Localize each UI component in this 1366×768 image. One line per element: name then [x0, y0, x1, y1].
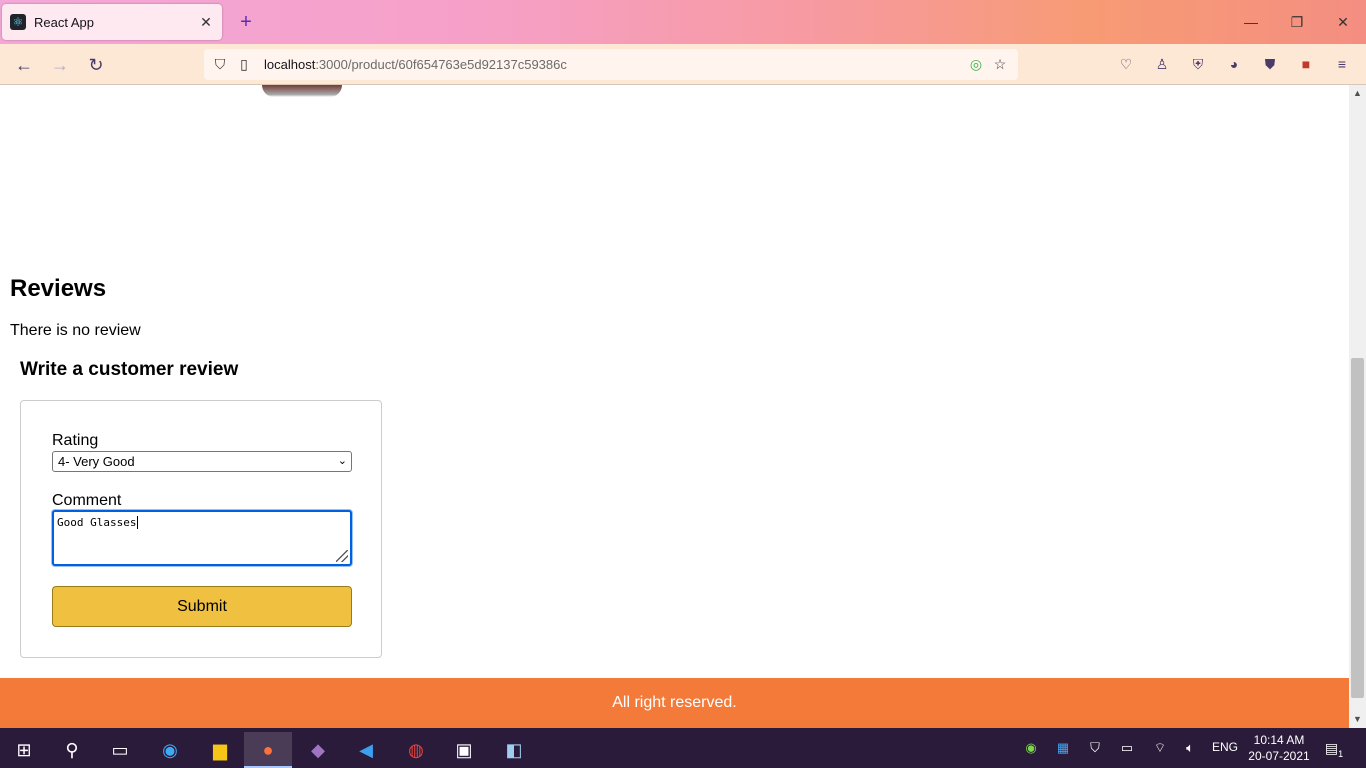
vertical-scrollbar[interactable]: ▲ ▼	[1349, 85, 1366, 728]
no-review-message: There is no review	[10, 322, 141, 339]
extension-target-icon[interactable]: ◎	[964, 56, 988, 73]
rating-label: Rating	[52, 432, 99, 449]
close-window-button[interactable]: ✕	[1320, 8, 1366, 36]
globe-extension-icon[interactable]: ◕	[1222, 52, 1246, 76]
product-image-fragment	[262, 85, 342, 97]
page-viewport: Reviews There is no review Write a custo…	[0, 85, 1349, 728]
browser-nav-bar: ← → ↻ ⛉ ▯ localhost:3000/product/60f6547…	[0, 44, 1366, 85]
menu-icon[interactable]: ≡	[1330, 52, 1354, 76]
search-icon[interactable]: ⚲	[48, 732, 96, 768]
notification-count: 1	[1338, 748, 1344, 759]
firefox-icon[interactable]: ●	[244, 732, 292, 768]
terminal-icon[interactable]: ▣	[440, 732, 488, 768]
reload-icon[interactable]: ↻	[82, 52, 110, 78]
url-path: :3000/product/60f654763e5d92137c59386c	[315, 57, 567, 72]
scroll-up-icon[interactable]: ▲	[1349, 85, 1366, 102]
green-circle-tray-icon[interactable]: ◉	[1019, 736, 1043, 760]
task-view-icon[interactable]: ▭	[96, 732, 144, 768]
new-tab-button[interactable]: +	[234, 10, 258, 34]
privacy-shield-icon[interactable]: ⛨	[1186, 52, 1210, 76]
restore-button[interactable]: ❐	[1274, 8, 1320, 36]
volume-icon[interactable]: 🔈︎	[1178, 736, 1202, 760]
browser-tab-bar: ⚛ React App ✕ + — ❐ ✕	[0, 0, 1366, 44]
review-form: Rating 4- Very Good ⌄ Comment Good Glass…	[20, 400, 382, 658]
pocket-icon[interactable]: ♡	[1114, 52, 1138, 76]
close-tab-icon[interactable]: ✕	[198, 14, 214, 31]
language-indicator[interactable]: ENG	[1212, 740, 1238, 754]
browser-tab[interactable]: ⚛ React App ✕	[2, 4, 222, 40]
battery-icon[interactable]: ▭	[1115, 736, 1139, 760]
clock-time: 10:14 AM	[1253, 733, 1305, 747]
chrome-icon[interactable]: ◍	[392, 732, 440, 768]
text-cursor	[137, 516, 139, 529]
rating-select[interactable]: 4- Very Good ⌄	[52, 451, 352, 472]
reviews-heading: Reviews	[10, 275, 107, 302]
resize-handle-icon[interactable]	[336, 550, 348, 562]
chevron-down-icon: ⌄	[337, 455, 347, 467]
rating-selected-value: 4- Very Good	[58, 454, 135, 469]
visual-studio-icon[interactable]: ◆	[294, 732, 342, 768]
wifi-icon[interactable]: ⌔	[1148, 736, 1172, 760]
comment-value: Good Glasses	[57, 516, 137, 529]
back-arrow-icon[interactable]: ←	[10, 52, 38, 78]
submit-button[interactable]: Submit	[52, 586, 352, 627]
url-text[interactable]: localhost:3000/product/60f654763e5d92137…	[264, 57, 964, 72]
page-info-icon[interactable]: ▯	[232, 56, 256, 73]
windows-taskbar: ⊞ ⚲ ▭ ◉ ▆ ● ◆ ◀ ◍ ▣ ◧ ◉ ▦ ⛉ ▭ ⌔ 🔈︎ ENG 1…	[0, 728, 1366, 768]
red-extension-icon[interactable]: ■	[1294, 52, 1318, 76]
write-review-heading: Write a customer review	[20, 359, 239, 380]
edge-browser-icon[interactable]: ◉	[146, 732, 194, 768]
extension-icon[interactable]: ♙	[1150, 52, 1174, 76]
footer: All right reserved.	[0, 678, 1349, 728]
file-explorer-icon[interactable]: ▆	[196, 732, 244, 768]
scroll-down-icon[interactable]: ▼	[1349, 711, 1366, 728]
shield-icon[interactable]: ⛉	[208, 56, 232, 73]
bookmark-star-icon[interactable]: ☆	[988, 56, 1012, 73]
forward-arrow-icon[interactable]: →	[46, 52, 74, 78]
address-bar[interactable]: ⛉ ▯ localhost:3000/product/60f654763e5d9…	[204, 49, 1018, 80]
vscode-icon[interactable]: ◀	[342, 732, 390, 768]
comment-label: Comment	[52, 492, 122, 509]
security-tray-icon[interactable]: ⛉	[1083, 736, 1107, 760]
scroll-thumb[interactable]	[1351, 358, 1364, 698]
windows-start-icon[interactable]: ⊞	[0, 732, 48, 768]
notes-app-icon[interactable]: ◧	[490, 732, 538, 768]
tab-title: React App	[34, 14, 94, 30]
url-host: localhost	[264, 57, 316, 72]
clock-date: 20-07-2021	[1248, 749, 1310, 763]
comment-textarea[interactable]: Good Glasses	[52, 510, 352, 566]
react-favicon-icon: ⚛	[10, 14, 26, 30]
notification-icon[interactable]: ▤1	[1322, 736, 1346, 760]
clock[interactable]: 10:14 AM 20-07-2021	[1248, 732, 1310, 764]
ublock-icon[interactable]: ⛊	[1258, 52, 1282, 76]
footer-text: All right reserved.	[612, 694, 737, 711]
app-tray-icon[interactable]: ▦	[1051, 736, 1075, 760]
minimize-button[interactable]: —	[1228, 8, 1274, 36]
